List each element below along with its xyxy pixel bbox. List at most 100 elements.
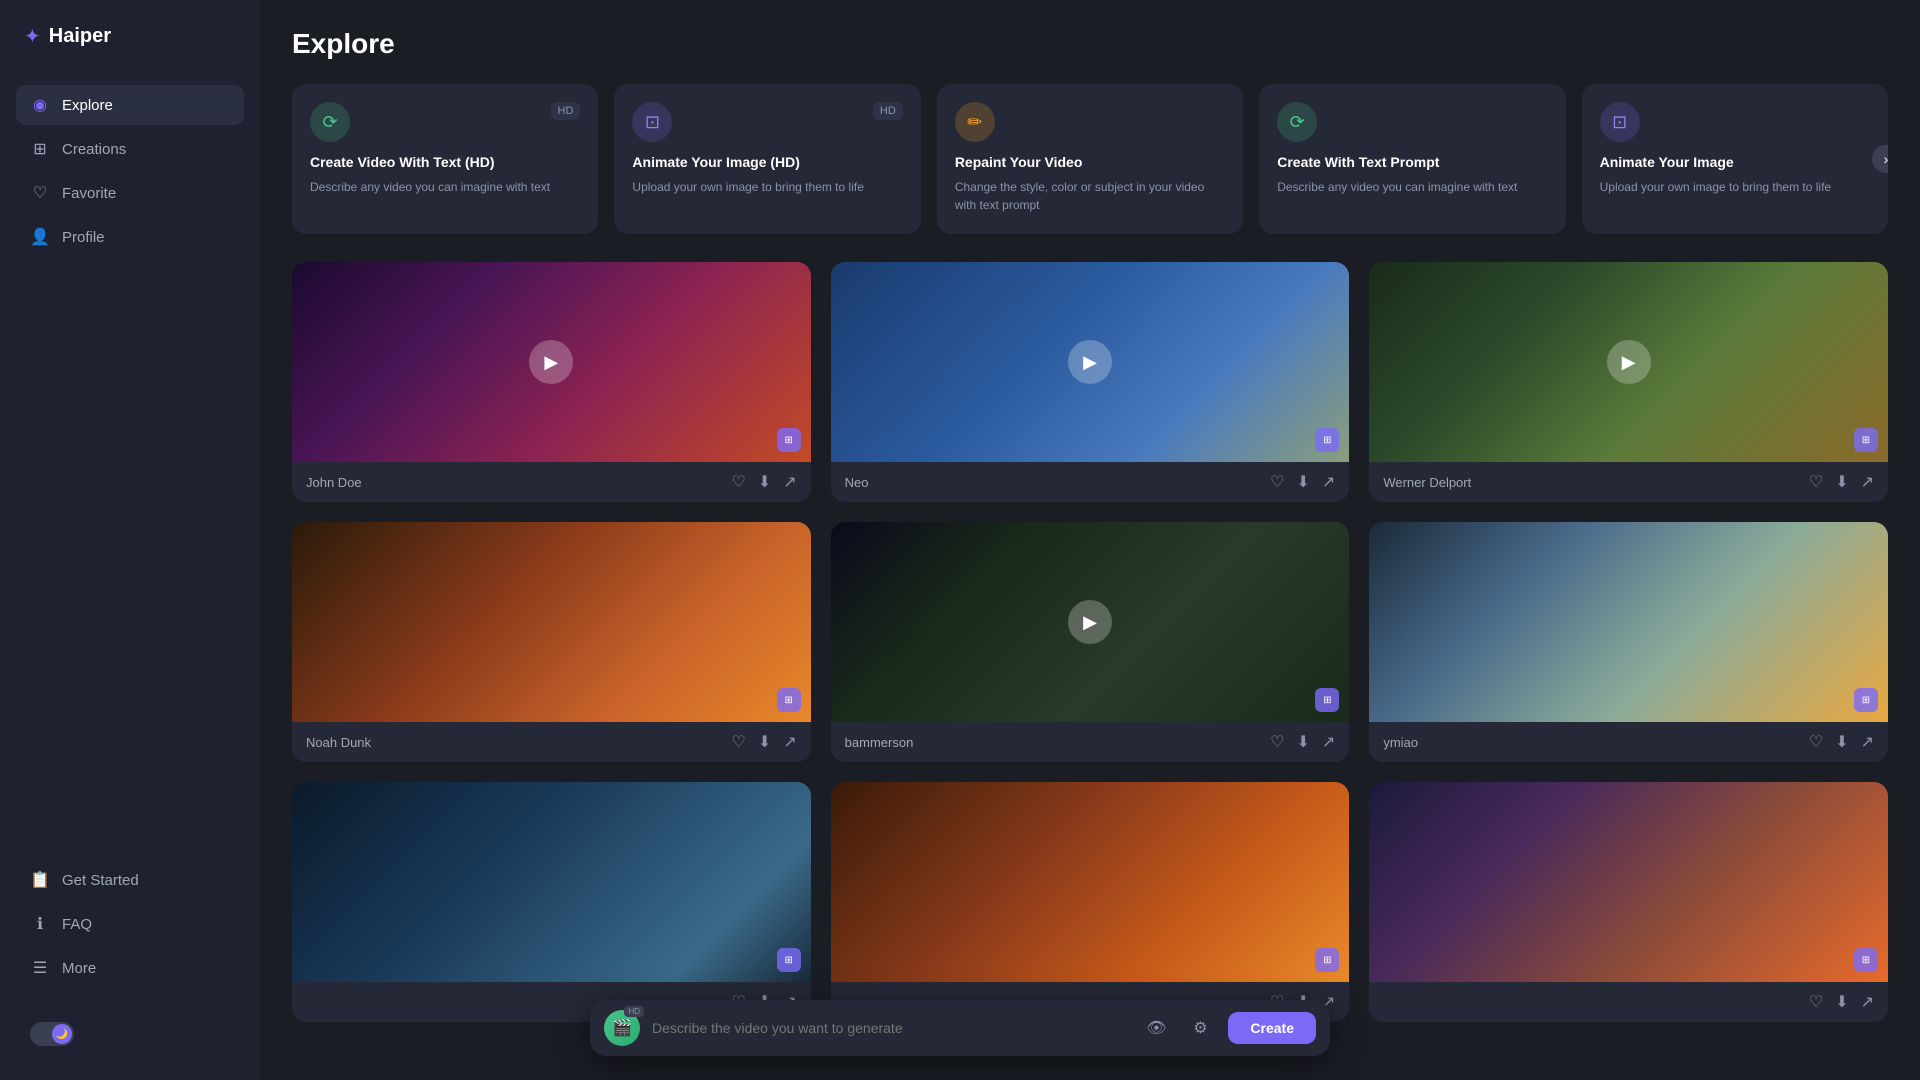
sidebar-item-creations[interactable]: ⊞ Creations	[16, 129, 244, 169]
feature-card-title: Animate Your Image (HD)	[632, 154, 902, 170]
feature-card-header: ⟳ HD	[310, 102, 580, 142]
video-card[interactable]: ⊞ ymiao ♡ ⬇ ↗	[1369, 522, 1888, 762]
create-button[interactable]: Create	[1228, 1012, 1316, 1044]
download-button[interactable]: ⬇	[1835, 992, 1848, 1012]
download-button[interactable]: ⬇	[758, 732, 771, 752]
feature-card-desc: Upload your own image to bring them to l…	[1600, 178, 1870, 196]
feature-card-icon: ⊡	[1600, 102, 1640, 142]
eye-icon[interactable]: 👁	[1140, 1012, 1172, 1044]
logo-text: Haiper	[49, 25, 111, 48]
faq-icon: ℹ	[30, 914, 50, 934]
sidebar-item-favorite[interactable]: ♡ Favorite	[16, 173, 244, 213]
grid-icon: ⊞	[1315, 428, 1339, 452]
play-button[interactable]: ▶	[1068, 600, 1112, 644]
dark-mode-toggle[interactable]: 🌙	[16, 1012, 244, 1056]
share-button[interactable]: ↗	[1322, 732, 1335, 752]
settings-icon[interactable]: ⚙	[1184, 1012, 1216, 1044]
grid-icon: ⊞	[1854, 428, 1878, 452]
prompt-bar: 🎬 HD 👁 ⚙ Create	[590, 1000, 1330, 1056]
video-actions: ♡ ⬇ ↗	[1270, 472, 1335, 492]
video-actions: ♡ ⬇ ↗	[1809, 472, 1874, 492]
feature-card-animate-your-image[interactable]: ⊡ Animate Your Image Upload your own ima…	[1582, 84, 1888, 234]
prompt-input[interactable]	[652, 1020, 1128, 1036]
feature-card-header: ⟳	[1277, 102, 1547, 142]
sidebar-item-explore[interactable]: ◉ Explore	[16, 85, 244, 125]
video-footer: ymiao ♡ ⬇ ↗	[1369, 722, 1888, 762]
video-footer: Neo ♡ ⬇ ↗	[831, 462, 1350, 502]
share-button[interactable]: ↗	[1861, 992, 1874, 1012]
video-card[interactable]: ⊞ ♡ ⬇ ↗	[292, 782, 811, 1022]
feature-card-desc: Upload your own image to bring them to l…	[632, 178, 902, 196]
feature-card-icon: ⊡	[632, 102, 672, 142]
like-button[interactable]: ♡	[1270, 472, 1284, 492]
sidebar-item-more[interactable]: ☰ More	[16, 948, 244, 988]
feature-card-animate-image-hd[interactable]: ⊡ HD Animate Your Image (HD) Upload your…	[614, 84, 920, 234]
video-card[interactable]: ⊞ ♡ ⬇ ↗	[1369, 782, 1888, 1022]
share-button[interactable]: ↗	[1861, 732, 1874, 752]
video-grid: ▶ ⊞ John Doe ♡ ⬇ ↗ ▶ ⊞ Neo ♡ ⬇ ↗ ▶ ⊞	[292, 262, 1888, 1022]
like-button[interactable]: ♡	[1809, 992, 1823, 1012]
download-button[interactable]: ⬇	[758, 472, 771, 492]
download-button[interactable]: ⬇	[1835, 472, 1848, 492]
logo: ✦ Haiper	[16, 24, 244, 49]
feature-cards: ⟳ HD Create Video With Text (HD) Describ…	[292, 84, 1888, 234]
feature-card-title: Animate Your Image	[1600, 154, 1870, 170]
video-thumbnail: ▶ ⊞	[831, 262, 1350, 462]
video-footer: Werner Delport ♡ ⬇ ↗	[1369, 462, 1888, 502]
grid-icon: ⊞	[777, 688, 801, 712]
sidebar-item-get-started[interactable]: 📋 Get Started	[16, 860, 244, 900]
play-button[interactable]: ▶	[529, 340, 573, 384]
share-button[interactable]: ↗	[1861, 472, 1874, 492]
feature-card-desc: Describe any video you can imagine with …	[1277, 178, 1547, 196]
video-thumbnail: ⊞	[292, 782, 811, 982]
like-button[interactable]: ♡	[1809, 732, 1823, 752]
sidebar-item-profile[interactable]: 👤 Profile	[16, 217, 244, 257]
video-footer: Noah Dunk ♡ ⬇ ↗	[292, 722, 811, 762]
sidebar-bottom: 📋 Get Started ℹ FAQ ☰ More	[16, 860, 244, 988]
hd-badge: HD	[551, 102, 581, 120]
video-footer: bammerson ♡ ⬇ ↗	[831, 722, 1350, 762]
video-thumbnail: ⊞	[1369, 782, 1888, 982]
prompt-avatar: 🎬 HD	[604, 1010, 640, 1046]
get-started-icon: 📋	[30, 870, 50, 890]
sidebar: ✦ Haiper ◉ Explore ⊞ Creations ♡ Favorit…	[0, 0, 260, 1080]
play-button[interactable]: ▶	[1068, 340, 1112, 384]
video-card[interactable]: ⊞ Noah Dunk ♡ ⬇ ↗	[292, 522, 811, 762]
video-footer: John Doe ♡ ⬇ ↗	[292, 462, 811, 502]
video-card[interactable]: ▶ ⊞ John Doe ♡ ⬇ ↗	[292, 262, 811, 502]
toggle-track[interactable]: 🌙	[30, 1022, 74, 1046]
feature-card-title: Repaint Your Video	[955, 154, 1225, 170]
like-button[interactable]: ♡	[732, 732, 746, 752]
download-button[interactable]: ⬇	[1297, 472, 1310, 492]
like-button[interactable]: ♡	[732, 472, 746, 492]
prompt-bar-wrapper: 🎬 HD 👁 ⚙ Create	[590, 1000, 1330, 1056]
feature-card-create-video-hd[interactable]: ⟳ HD Create Video With Text (HD) Describ…	[292, 84, 598, 234]
feature-card-repaint-video[interactable]: ✏ Repaint Your Video Change the style, c…	[937, 84, 1243, 234]
feature-card-icon: ✏	[955, 102, 995, 142]
video-card[interactable]: ▶ ⊞ Neo ♡ ⬇ ↗	[831, 262, 1350, 502]
video-card[interactable]: ▶ ⊞ Werner Delport ♡ ⬇ ↗	[1369, 262, 1888, 502]
share-button[interactable]: ↗	[1322, 472, 1335, 492]
share-button[interactable]: ↗	[783, 732, 796, 752]
play-button[interactable]: ▶	[1607, 340, 1651, 384]
video-actions: ♡ ⬇ ↗	[732, 472, 797, 492]
nav-item-label: FAQ	[62, 916, 92, 933]
feature-card-desc: Describe any video you can imagine with …	[310, 178, 580, 196]
like-button[interactable]: ♡	[1270, 732, 1284, 752]
feature-card-header: ⊡	[1600, 102, 1870, 142]
like-button[interactable]: ♡	[1809, 472, 1823, 492]
share-button[interactable]: ↗	[783, 472, 796, 492]
video-card[interactable]: ▶ ⊞ bammerson ♡ ⬇ ↗	[831, 522, 1350, 762]
creations-icon: ⊞	[30, 139, 50, 159]
nav-item-label: Profile	[62, 229, 105, 246]
download-button[interactable]: ⬇	[1835, 732, 1848, 752]
nav-item-label: Creations	[62, 141, 126, 158]
feature-card-title: Create With Text Prompt	[1277, 154, 1547, 170]
favorite-icon: ♡	[30, 183, 50, 203]
video-card[interactable]: ⊞ ♡ ⬇ ↗	[831, 782, 1350, 1022]
feature-card-create-text-prompt[interactable]: ⟳ Create With Text Prompt Describe any v…	[1259, 84, 1565, 234]
nav-item-label: Explore	[62, 97, 113, 114]
download-button[interactable]: ⬇	[1297, 732, 1310, 752]
sidebar-item-faq[interactable]: ℹ FAQ	[16, 904, 244, 944]
grid-icon: ⊞	[1854, 688, 1878, 712]
